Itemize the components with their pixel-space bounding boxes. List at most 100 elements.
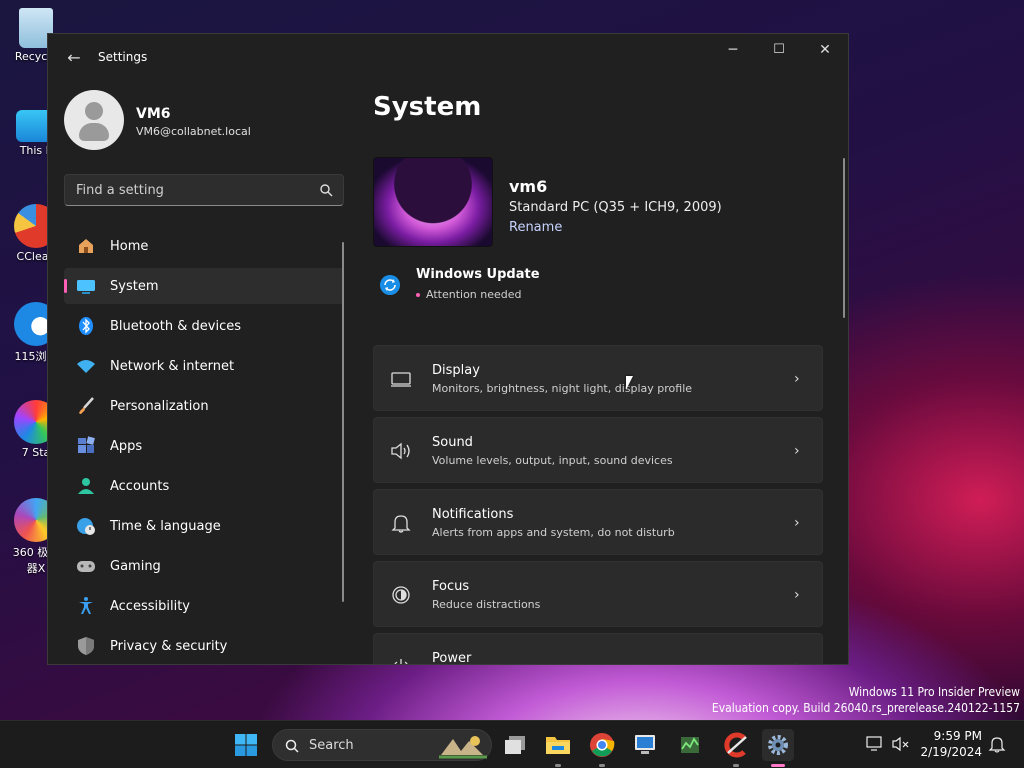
windows-logo-icon <box>235 734 257 756</box>
start-button[interactable] <box>230 729 262 761</box>
title-bar: ← Settings ─ ☐ ✕ <box>48 34 848 82</box>
windows-update-icon[interactable] <box>380 275 400 295</box>
sidebar-nav: Home System Bluetooth & devices Network … <box>64 228 344 664</box>
system-clock[interactable]: 9:59 PM 2/19/2024 <box>920 728 982 760</box>
windows-update-status: Attention needed <box>416 288 522 301</box>
folder-icon <box>546 737 570 754</box>
remote-desktop-button[interactable] <box>629 729 661 761</box>
task-view-icon <box>505 736 525 754</box>
sidebar-item-accounts[interactable]: Accounts <box>64 468 344 504</box>
avatar-head <box>85 102 103 120</box>
find-setting-search[interactable]: Find a setting <box>64 174 344 206</box>
maximize-button[interactable]: ☐ <box>756 34 802 66</box>
sidebar-item-label: Time & language <box>110 518 221 534</box>
card-subtitle: Reduce distractions <box>432 598 541 611</box>
wifi-icon <box>77 360 95 373</box>
sidebar-scrollbar[interactable] <box>342 242 344 602</box>
search-label: Search <box>309 738 354 753</box>
sidebar-item-label: System <box>110 278 159 294</box>
sidebar-item-home[interactable]: Home <box>64 228 344 264</box>
sidebar-item-gaming[interactable]: Gaming <box>64 548 344 584</box>
accessibility-icon <box>79 597 93 614</box>
sidebar-item-label: Apps <box>110 438 143 454</box>
sound-card[interactable]: Sound Volume levels, output, input, soun… <box>373 417 823 483</box>
bluetooth-icon <box>79 317 93 335</box>
remote-desktop-icon <box>635 735 655 754</box>
system-icon <box>77 280 95 294</box>
sidebar-item-label: Accessibility <box>110 598 190 614</box>
card-subtitle: Monitors, brightness, night light, displ… <box>432 382 693 395</box>
power-card[interactable]: Power › <box>373 633 823 664</box>
card-title: Display <box>432 363 480 378</box>
back-arrow-icon[interactable]: ← <box>64 48 84 68</box>
search-icon <box>285 739 299 753</box>
ccleaner-icon <box>724 732 747 758</box>
home-icon <box>79 239 93 253</box>
sidebar-item-personalization[interactable]: Personalization <box>64 388 344 424</box>
windows-update-title[interactable]: Windows Update <box>416 267 540 282</box>
sidebar-item-network[interactable]: Network & internet <box>64 348 344 384</box>
bell-icon <box>391 515 411 533</box>
accounts-icon <box>78 478 94 494</box>
sidebar-item-label: Bluetooth & devices <box>110 318 241 334</box>
task-manager-button[interactable] <box>674 729 706 761</box>
globe-clock-icon <box>77 518 95 535</box>
device-name: vm6 <box>509 177 548 196</box>
avatar[interactable] <box>64 90 124 150</box>
clock-time: 9:59 PM <box>933 729 982 743</box>
network-icon[interactable] <box>866 735 884 753</box>
avatar-body <box>79 123 109 141</box>
settings-window: ← Settings ─ ☐ ✕ VM6 VM6@collabnet.local… <box>47 33 849 665</box>
notification-bell-icon[interactable] <box>988 735 1006 753</box>
user-email: VM6@collabnet.local <box>136 125 251 138</box>
minimize-button[interactable]: ─ <box>710 34 756 66</box>
notifications-card[interactable]: Notifications Alerts from apps and syste… <box>373 489 823 555</box>
speaker-icon <box>391 442 410 460</box>
content-scrollbar[interactable] <box>843 158 845 318</box>
chevron-right-icon: › <box>794 443 800 459</box>
sidebar-item-privacy-security[interactable]: Privacy & security <box>64 628 344 664</box>
sidebar-item-accessibility[interactable]: Accessibility <box>64 588 344 624</box>
volume-muted-icon[interactable] <box>892 735 910 753</box>
sidebar-item-apps[interactable]: Apps <box>64 428 344 464</box>
rename-link[interactable]: Rename <box>509 220 562 235</box>
card-title: Sound <box>432 435 473 450</box>
sidebar-item-label: Home <box>110 238 149 254</box>
chrome-button[interactable] <box>586 729 618 767</box>
card-title: Notifications <box>432 507 514 522</box>
window-title: Settings <box>98 50 148 64</box>
status-dot <box>416 293 420 297</box>
chevron-right-icon: › <box>794 657 804 664</box>
sidebar-item-label: Gaming <box>110 558 161 574</box>
file-explorer-button[interactable] <box>542 729 574 767</box>
search-placeholder: Find a setting <box>76 183 164 198</box>
mouse-cursor-icon <box>626 376 633 390</box>
apps-icon <box>78 436 95 453</box>
brush-icon <box>79 397 94 414</box>
taskbar: Search 9:59 PM 2/19/2024 <box>0 720 1024 768</box>
search-highlight-icon <box>439 736 487 759</box>
display-card[interactable]: Display Monitors, brightness, night ligh… <box>373 345 823 411</box>
task-view-button[interactable] <box>499 729 531 761</box>
ccleaner-taskbar-button[interactable] <box>720 729 752 767</box>
watermark-line-2: Evaluation copy. Build 26040.rs_prerelea… <box>711 701 1020 715</box>
chevron-right-icon: › <box>794 587 800 603</box>
close-button[interactable]: ✕ <box>802 34 848 66</box>
search-icon <box>320 184 333 197</box>
focus-icon <box>392 586 410 604</box>
card-subtitle: Volume levels, output, input, sound devi… <box>432 454 673 467</box>
sidebar-item-label: Personalization <box>110 398 209 414</box>
sidebar-item-bluetooth[interactable]: Bluetooth & devices <box>64 308 344 344</box>
sidebar-item-label: Accounts <box>110 478 170 494</box>
sidebar-item-system[interactable]: System <box>64 268 344 304</box>
card-subtitle: Alerts from apps and system, do not dist… <box>432 526 675 539</box>
device-model: Standard PC (Q35 + ICH9, 2009) <box>509 200 722 215</box>
sidebar-item-time-language[interactable]: Time & language <box>64 508 344 544</box>
settings-taskbar-button[interactable] <box>762 729 794 767</box>
device-wallpaper-thumbnail[interactable] <box>373 157 493 247</box>
monitor-icon <box>391 372 411 387</box>
sidebar-item-label: Network & internet <box>110 358 235 374</box>
watermark-line-1: Windows 11 Pro Insider Preview <box>848 685 1020 699</box>
taskbar-search[interactable]: Search <box>272 729 492 761</box>
focus-card[interactable]: Focus Reduce distractions › <box>373 561 823 627</box>
